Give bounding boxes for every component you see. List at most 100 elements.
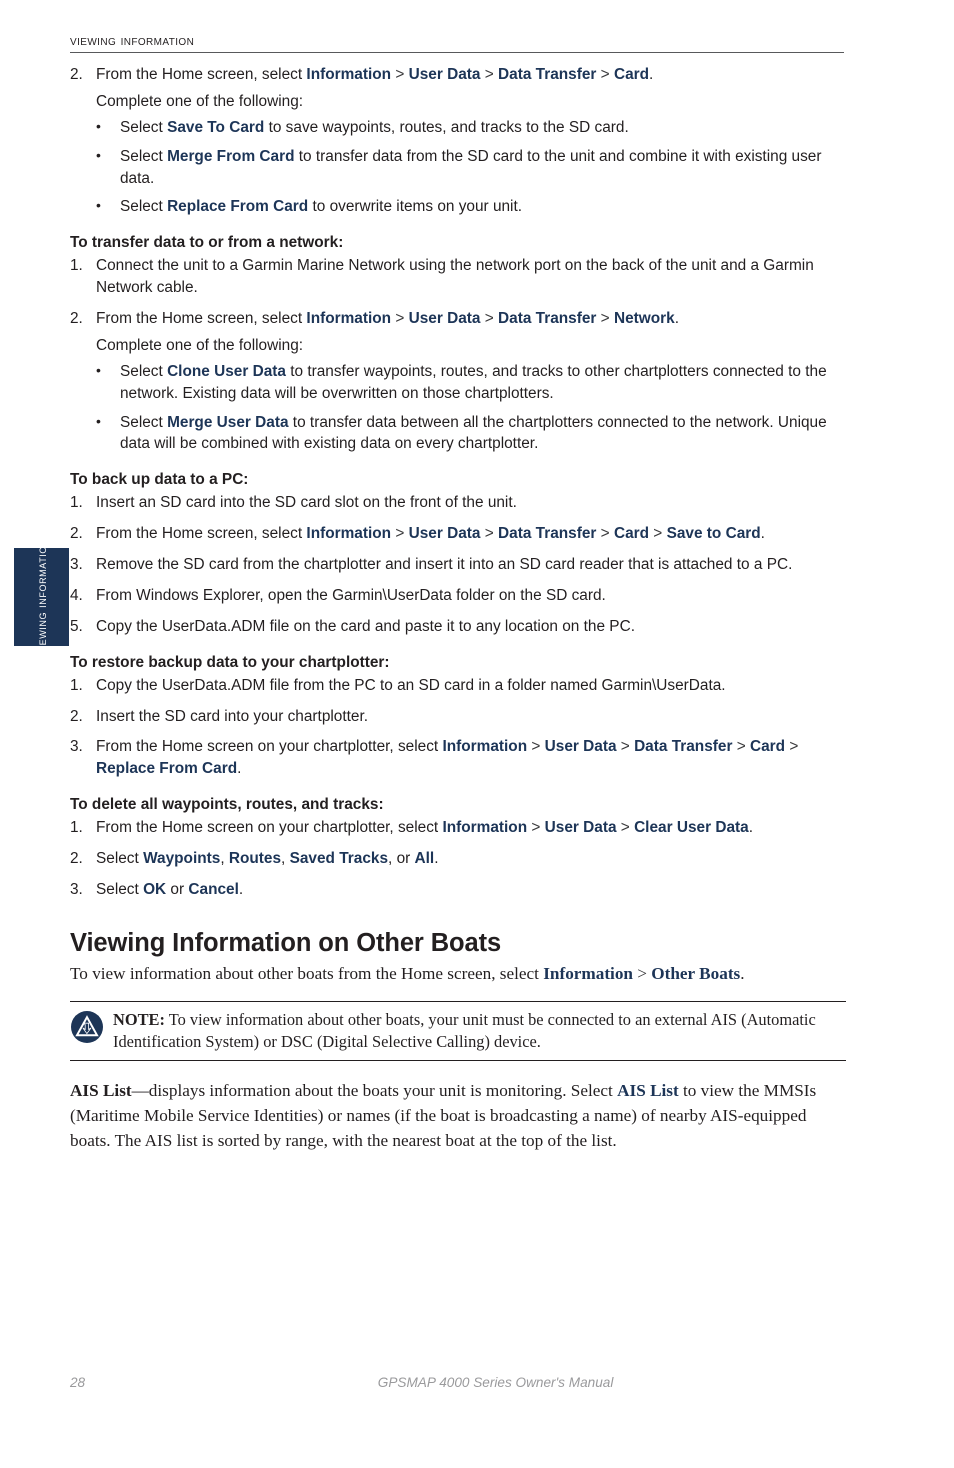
step-text: Insert the SD card into your chartplotte…	[96, 707, 369, 725]
step-text: From the Home screen, select Information…	[96, 523, 846, 545]
page-footer: 28 GPSMAP 4000 Series Owner's Manual	[70, 1375, 846, 1390]
bullet-text: Select Replace From Card to overwrite it…	[120, 196, 846, 218]
ui-term-clone-user-data: Clone User Data	[167, 362, 286, 380]
path-separator: >	[391, 66, 409, 83]
bullet-lead: Select	[120, 147, 168, 165]
step-network-1: 1. Connect the unit to a Garmin Marine N…	[70, 255, 846, 299]
page-running-header: Viewing Information	[70, 33, 844, 53]
step-number: 3.	[70, 880, 83, 898]
bullet-dot-icon: •	[96, 197, 101, 214]
step-end-punct: .	[238, 880, 244, 898]
step-lead: Select	[96, 880, 144, 898]
ais-list-mid: —displays information about the boats yo…	[131, 1081, 618, 1101]
bullet-dot-icon: •	[96, 412, 101, 429]
path-separator: >	[480, 525, 499, 543]
path-separator: >	[391, 310, 409, 327]
step-end-punct: .	[674, 310, 679, 327]
step-delete-2: 2. Select Waypoints, Routes, Saved Track…	[70, 848, 846, 870]
ui-term-user-data: User Data	[408, 66, 481, 83]
ui-term-information: Information	[442, 738, 528, 756]
ui-term-data-transfer: Data Transfer	[634, 738, 733, 756]
ui-term-other-boats: Other Boats	[651, 963, 741, 983]
step-end-punct: .	[760, 525, 765, 543]
ui-term-user-data: User Data	[408, 310, 481, 327]
ui-term-ais-list: AIS List	[617, 1081, 679, 1101]
path-separator: >	[480, 310, 499, 327]
path-separator: >	[527, 819, 545, 837]
ui-term-save-to-card: Save to Card	[666, 525, 761, 543]
intro-end-punct: .	[740, 963, 745, 983]
bullet-tail: to save waypoints, routes, and tracks to…	[264, 118, 629, 136]
ui-term-routes: Routes	[228, 850, 282, 867]
path-separator: >	[616, 738, 635, 756]
step-text: Copy the UserData.ADM file on the card a…	[96, 617, 635, 635]
bullet-text: Select Merge From Card to transfer data …	[120, 146, 846, 190]
step-lead: Select	[96, 850, 144, 867]
step-backup-5: 5. Copy the UserData.ADM file on the car…	[70, 616, 846, 638]
ui-term-card: Card	[749, 738, 786, 756]
path-separator: >	[596, 310, 614, 327]
side-thumb-tab: Viewing Information	[14, 539, 69, 655]
note-label: NOTE:	[113, 1009, 165, 1029]
step-text: From the Home screen, select Information…	[96, 64, 846, 86]
step-card-transfer-2: 2. From the Home screen, select Informat…	[70, 64, 846, 86]
step-restore-2: 2. Insert the SD card into your chartplo…	[70, 706, 846, 728]
footer-page-number: 28	[70, 1375, 86, 1390]
note-body: To view information about other boats, y…	[113, 1009, 816, 1051]
step-text: Select Waypoints, Routes, Saved Tracks, …	[96, 848, 846, 870]
step-end-punct: .	[237, 760, 242, 778]
ui-term-card: Card	[613, 66, 650, 83]
section-heading-other-boats: Viewing Information on Other Boats	[70, 928, 502, 957]
step-text: From the Home screen, select Information…	[96, 308, 846, 330]
bullet-lead: Select	[120, 118, 168, 136]
step-text: Copy the UserData.ADM file from the PC t…	[96, 676, 726, 694]
step-text: From the Home screen on your chartplotte…	[96, 736, 846, 780]
bullet-tail: to overwrite items on your unit.	[308, 198, 523, 216]
step-number: 2.	[70, 850, 83, 867]
garmin-note-icon	[70, 1010, 104, 1044]
bullet-dot-icon: •	[96, 117, 101, 134]
step-end-punct: .	[434, 850, 439, 867]
note-text: NOTE: To view information about other bo…	[113, 1009, 846, 1054]
step-number: 1.	[70, 494, 83, 512]
ui-term-information: Information	[306, 66, 392, 83]
step-delete-1: 1. From the Home screen on your chartplo…	[70, 817, 846, 839]
step-lead: From the Home screen on your chartplotte…	[96, 819, 443, 837]
ui-term-information: Information	[306, 310, 392, 327]
step-lead: From the Home screen, select	[96, 66, 307, 83]
step-backup-2: 2. From the Home screen, select Informat…	[70, 523, 846, 545]
step-backup-3: 3. Remove the SD card from the chartplot…	[70, 554, 846, 576]
ui-term-ok: OK	[143, 880, 167, 898]
ui-term-data-transfer: Data Transfer	[498, 525, 597, 543]
ui-term-save-to-card: Save To Card	[167, 118, 265, 136]
bullet-text: Select Clone User Data to transfer waypo…	[120, 361, 846, 405]
list-comma: ,	[281, 850, 290, 867]
bullet-lead: Select	[120, 413, 168, 431]
list-or: or	[166, 880, 189, 898]
step-number: 2.	[70, 310, 83, 327]
ui-term-user-data: User Data	[544, 738, 617, 756]
note-callout: NOTE: To view information about other bo…	[70, 1000, 846, 1062]
step-lead: From the Home screen on your chartplotte…	[96, 738, 443, 756]
bullet-text: Select Save To Card to save waypoints, r…	[120, 117, 846, 139]
bullet-lead: Select	[120, 362, 168, 380]
page-content: 2. From the Home screen, select Informat…	[70, 64, 846, 1163]
heading-restore-backup: To restore backup data to your chartplot…	[70, 653, 390, 671]
ui-term-replace-from-card: Replace From Card	[167, 198, 309, 216]
step-text: Remove the SD card from the chartplotter…	[96, 556, 793, 573]
ui-term-user-data: User Data	[408, 525, 481, 543]
bullet-text: Select Merge User Data to transfer data …	[120, 412, 846, 456]
path-separator: >	[480, 66, 499, 83]
intro-lead: To view information about other boats fr…	[70, 963, 544, 983]
ui-term-data-transfer: Data Transfer	[498, 310, 597, 327]
list-comma: ,	[220, 850, 229, 867]
heading-delete-all: To delete all waypoints, routes, and tra…	[70, 796, 384, 814]
ui-term-information: Information	[442, 819, 528, 837]
step-number: 2.	[70, 525, 83, 543]
ui-term-information: Information	[543, 963, 633, 983]
bullet-dot-icon: •	[96, 361, 101, 378]
footer-manual-title: GPSMAP 4000 Series Owner's Manual	[377, 1375, 614, 1390]
step-text: From the Home screen on your chartplotte…	[96, 817, 846, 839]
ui-term-merge-from-card: Merge From Card	[167, 147, 295, 165]
list-or: , or	[388, 850, 415, 867]
